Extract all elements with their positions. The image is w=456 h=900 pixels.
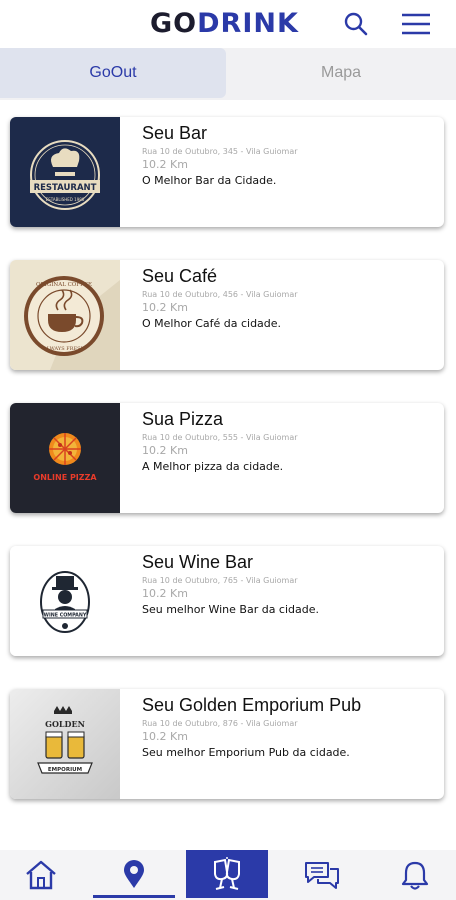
place-description: Seu melhor Wine Bar da cidade. [142,603,320,616]
place-name: Seu Wine Bar [142,552,254,572]
pizza-logo-text: ONLINE PIZZA [33,473,97,482]
place-name: Sua Pizza [142,409,224,429]
restaurant-logo-image: RESTAURANT ESTABLISHED 1986 [10,117,120,227]
home-icon [26,860,56,890]
map-pin-icon [124,860,144,888]
nav-notifications-button[interactable] [390,850,440,900]
wine-logo-text: WINE COMPANY [44,613,87,619]
place-distance: 10.2 Km [142,301,188,314]
coffee-logo-text: ORIGINAL COFFEE [36,282,92,288]
wine-company-logo-image: WINE COMPANY [10,546,120,656]
menu-button[interactable] [398,6,434,42]
app-header: GODRINK [0,0,456,48]
tab-mapa[interactable]: Mapa [226,48,456,98]
golden-emporium-logo-image: GOLDEN EMPORIUM [10,689,120,799]
place-address: Rua 10 de Outubro, 765 - Vila Guiomar [142,576,298,585]
app-logo: GODRINK [150,8,299,39]
place-name: Seu Café [142,266,218,286]
view-tabs: GoOut Mapa [0,48,456,100]
logo-drink: DRINK [197,8,299,39]
place-address: Rua 10 de Outubro, 456 - Vila Guiomar [142,290,298,299]
bell-icon [401,861,429,890]
search-icon [344,12,368,36]
place-name: Seu Golden Emporium Pub [142,695,362,715]
place-distance: 10.2 Km [142,444,188,457]
place-distance: 10.2 Km [142,587,188,600]
logo-go: GO [150,8,198,39]
place-address: Rua 10 de Outubro, 876 - Vila Guiomar [142,719,298,728]
restaurant-logo-text: RESTAURANT [34,183,97,193]
place-description: O Melhor Bar da Cidade. [142,174,277,187]
cheers-icon [214,857,240,890]
place-description: O Melhor Café da cidade. [142,317,282,330]
chat-icon [305,862,339,889]
hamburger-menu-icon [402,13,430,35]
coffee-logo-sub: ALWAYS FRESH [42,346,85,352]
nav-cheers-button[interactable] [186,850,268,898]
pizza-logo-image: ONLINE PIZZA [10,403,120,513]
place-name: Seu Bar [142,123,208,143]
coffee-logo-image: ORIGINAL COFFEE ALWAYS FRESH [10,260,120,370]
place-description: Seu melhor Emporium Pub da cidade. [142,746,350,759]
nav-active-indicator [93,895,175,898]
place-distance: 10.2 Km [142,730,188,743]
place-card[interactable]: ORIGINAL COFFEE ALWAYS FRESH Seu Café Ru… [10,260,444,370]
place-card[interactable]: RESTAURANT ESTABLISHED 1986 Seu Bar Rua … [10,117,444,227]
place-card[interactable]: ONLINE PIZZA Sua Pizza Rua 10 de Outubro… [10,403,444,513]
place-description: A Melhor pizza da cidade. [142,460,284,473]
place-distance: 10.2 Km [142,158,188,171]
golden-logo-text: GOLDEN [45,719,85,729]
restaurant-logo-sub: ESTABLISHED 1986 [46,197,85,202]
place-address: Rua 10 de Outubro, 345 - Vila Guiomar [142,147,298,156]
nav-chat-button[interactable] [296,850,348,900]
tab-goout[interactable]: GoOut [0,48,226,98]
nav-map-button[interactable] [93,850,175,900]
search-button[interactable] [338,6,374,42]
golden-logo-sub: EMPORIUM [48,767,82,773]
place-card[interactable]: WINE COMPANY Seu Wine Bar Rua 10 de Outu… [10,546,444,656]
place-address: Rua 10 de Outubro, 555 - Vila Guiomar [142,433,298,442]
bottom-navigation [0,850,456,900]
place-card[interactable]: GOLDEN EMPORIUM Seu Golden Emporium Pub … [10,689,444,799]
nav-home-button[interactable] [15,850,67,900]
